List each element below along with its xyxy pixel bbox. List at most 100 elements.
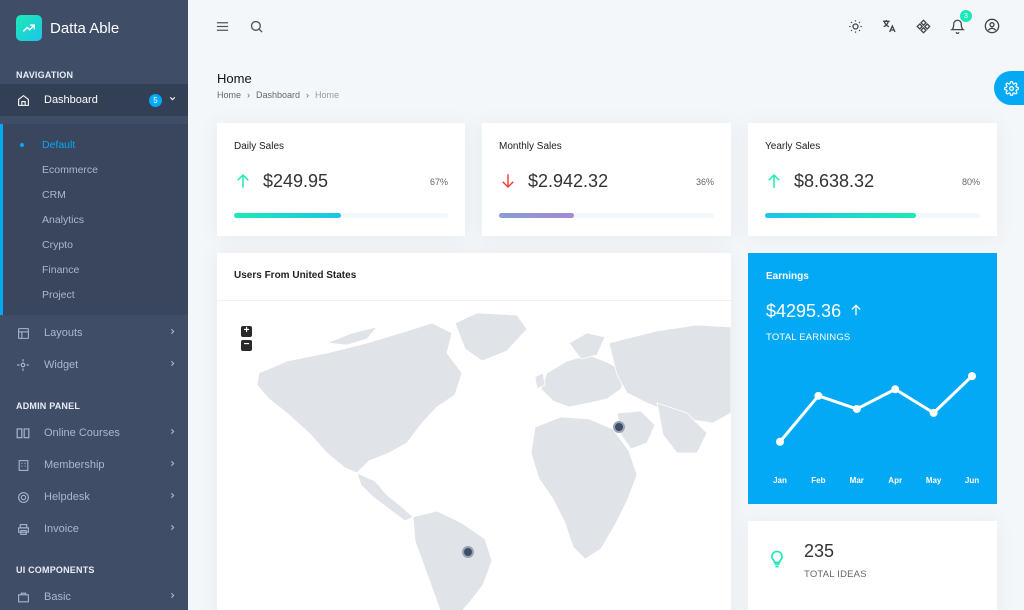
nav-caption-ui: UI COMPONENTS	[16, 565, 95, 575]
brand[interactable]: Datta Able	[0, 0, 188, 56]
page-title: Home	[217, 71, 252, 86]
progress-fill	[499, 213, 575, 218]
dashboard-submenu: Default Ecommerce CRM Analytics Crypto F…	[0, 124, 188, 315]
breadcrumb-item-dashboard[interactable]: Dashboard	[256, 90, 300, 100]
sidebar-item-label: Basic	[44, 591, 71, 603]
earnings-point-apr[interactable]	[891, 385, 900, 394]
stat-value: $249.95	[263, 171, 329, 191]
stat-card-yearly: Yearly Sales $8.638.32 80%	[748, 123, 997, 236]
brand-name: Datta Able	[50, 19, 120, 37]
gear-icon	[1004, 80, 1019, 96]
chevron-right-icon	[168, 591, 188, 603]
earnings-line-chart[interactable]: Jan Feb Mar Apr May Jun	[748, 253, 997, 504]
chevron-right-icon	[168, 427, 188, 439]
sidebar-item-label: Layouts	[44, 327, 83, 339]
stat-value: $8.638.32	[794, 171, 875, 191]
book-icon	[16, 426, 30, 440]
map-marker-brazil[interactable]	[462, 546, 474, 558]
layout-icon	[16, 326, 30, 340]
sidebar-item-dashboard[interactable]: Dashboard 5	[0, 84, 188, 116]
sidebar-item-basic[interactable]: Basic	[0, 581, 188, 610]
x-tick-label: Feb	[811, 476, 825, 485]
chevron-right-icon	[168, 359, 188, 371]
earnings-point-jun[interactable]	[968, 372, 976, 381]
progress-fill	[765, 213, 916, 218]
arrow-up-icon	[768, 173, 780, 188]
search-icon[interactable]	[246, 16, 266, 36]
settings-button[interactable]	[994, 71, 1024, 105]
stat-title: Daily Sales	[234, 141, 285, 152]
sidebar-item-membership[interactable]: Membership	[0, 449, 188, 481]
sidebar-item-invoice[interactable]: Invoice	[0, 513, 188, 545]
lightbulb-icon	[771, 550, 783, 568]
progress-bar	[234, 213, 448, 218]
submenu-item-finance[interactable]: Finance	[3, 257, 188, 282]
breadcrumb: Home › Dashboard › Home	[217, 90, 345, 100]
sidebar-item-label: Helpdesk	[44, 491, 90, 503]
earnings-point-jan[interactable]	[776, 437, 784, 446]
sidebar-item-label: Dashboard	[44, 94, 98, 106]
world-map[interactable]	[217, 303, 731, 610]
earnings-card: Earnings $4295.36 TOTAL EARNINGS Jan Feb M…	[748, 253, 997, 504]
map-card: Users From United States + −	[217, 253, 731, 610]
stat-title: Yearly Sales	[765, 141, 821, 152]
map-card-title: Users From United States	[234, 270, 357, 281]
divider	[217, 300, 731, 301]
chevron-down-icon	[168, 94, 188, 106]
breadcrumb-item-home[interactable]: Home	[217, 90, 241, 100]
stat-value: $2.942.32	[528, 171, 609, 191]
sidebar-item-label: Online Courses	[44, 427, 120, 439]
submenu-item-project[interactable]: Project	[3, 282, 188, 307]
chevron-right-icon: ›	[247, 90, 251, 100]
bell-icon[interactable]: 3	[947, 10, 972, 36]
sidebar-item-label: Membership	[44, 459, 105, 471]
ideas-card: 235 TOTAL IDEAS	[748, 521, 997, 610]
stat-percent: 36%	[695, 177, 714, 187]
user-icon[interactable]	[982, 16, 1002, 36]
building-icon	[16, 458, 30, 472]
dashboard-badge: 5	[149, 93, 162, 107]
earnings-series-line	[778, 375, 974, 443]
lifebuoy-icon	[16, 490, 30, 504]
x-tick-label: Apr	[888, 476, 902, 485]
chevron-right-icon	[168, 459, 188, 471]
brand-logo-icon	[16, 15, 42, 41]
sun-icon[interactable]	[845, 16, 865, 36]
sidebar-item-online-courses[interactable]: Online Courses	[0, 417, 188, 449]
sidebar-item-label: Invoice	[44, 523, 79, 535]
stat-card-daily: Daily Sales $249.95 67%	[217, 123, 465, 236]
chevron-right-icon	[168, 327, 188, 339]
stat-title: Monthly Sales	[499, 141, 562, 152]
earnings-point-may[interactable]	[929, 408, 938, 417]
printer-icon	[16, 522, 30, 536]
earnings-point-mar[interactable]	[852, 404, 861, 413]
sidebar-item-layouts[interactable]: Layouts	[0, 317, 188, 349]
home-icon	[16, 93, 30, 107]
ideas-label: TOTAL IDEAS	[804, 569, 867, 580]
earnings-point-feb[interactable]	[814, 391, 823, 400]
submenu-item-ecommerce[interactable]: Ecommerce	[3, 157, 188, 182]
notification-badge: 3	[960, 10, 972, 22]
progress-bar	[765, 213, 980, 218]
language-icon[interactable]	[879, 16, 899, 36]
sidebar-item-widget[interactable]: Widget	[0, 349, 188, 381]
map-marker-egypt[interactable]	[613, 421, 625, 433]
sidebar-item-label: Widget	[44, 359, 79, 371]
apps-icon[interactable]	[913, 16, 933, 36]
submenu-item-crypto[interactable]: Crypto	[3, 232, 188, 257]
submenu-item-default[interactable]: Default	[3, 132, 188, 157]
top-header: 3	[188, 0, 1024, 52]
progress-fill	[234, 213, 341, 218]
widget-icon	[16, 358, 30, 372]
breadcrumb-item-current: Home	[315, 90, 340, 100]
x-tick-label: Jan	[773, 476, 787, 485]
arrow-up-icon	[237, 173, 249, 188]
chevron-right-icon: ›	[306, 90, 310, 100]
menu-toggle-icon[interactable]	[212, 16, 232, 36]
submenu-item-crm[interactable]: CRM	[3, 182, 188, 207]
arrow-down-icon	[502, 174, 514, 189]
ideas-value: 235	[804, 541, 835, 561]
submenu-item-analytics[interactable]: Analytics	[3, 207, 188, 232]
nav-caption-admin: ADMIN PANEL	[16, 401, 81, 411]
sidebar-item-helpdesk[interactable]: Helpdesk	[0, 481, 188, 513]
